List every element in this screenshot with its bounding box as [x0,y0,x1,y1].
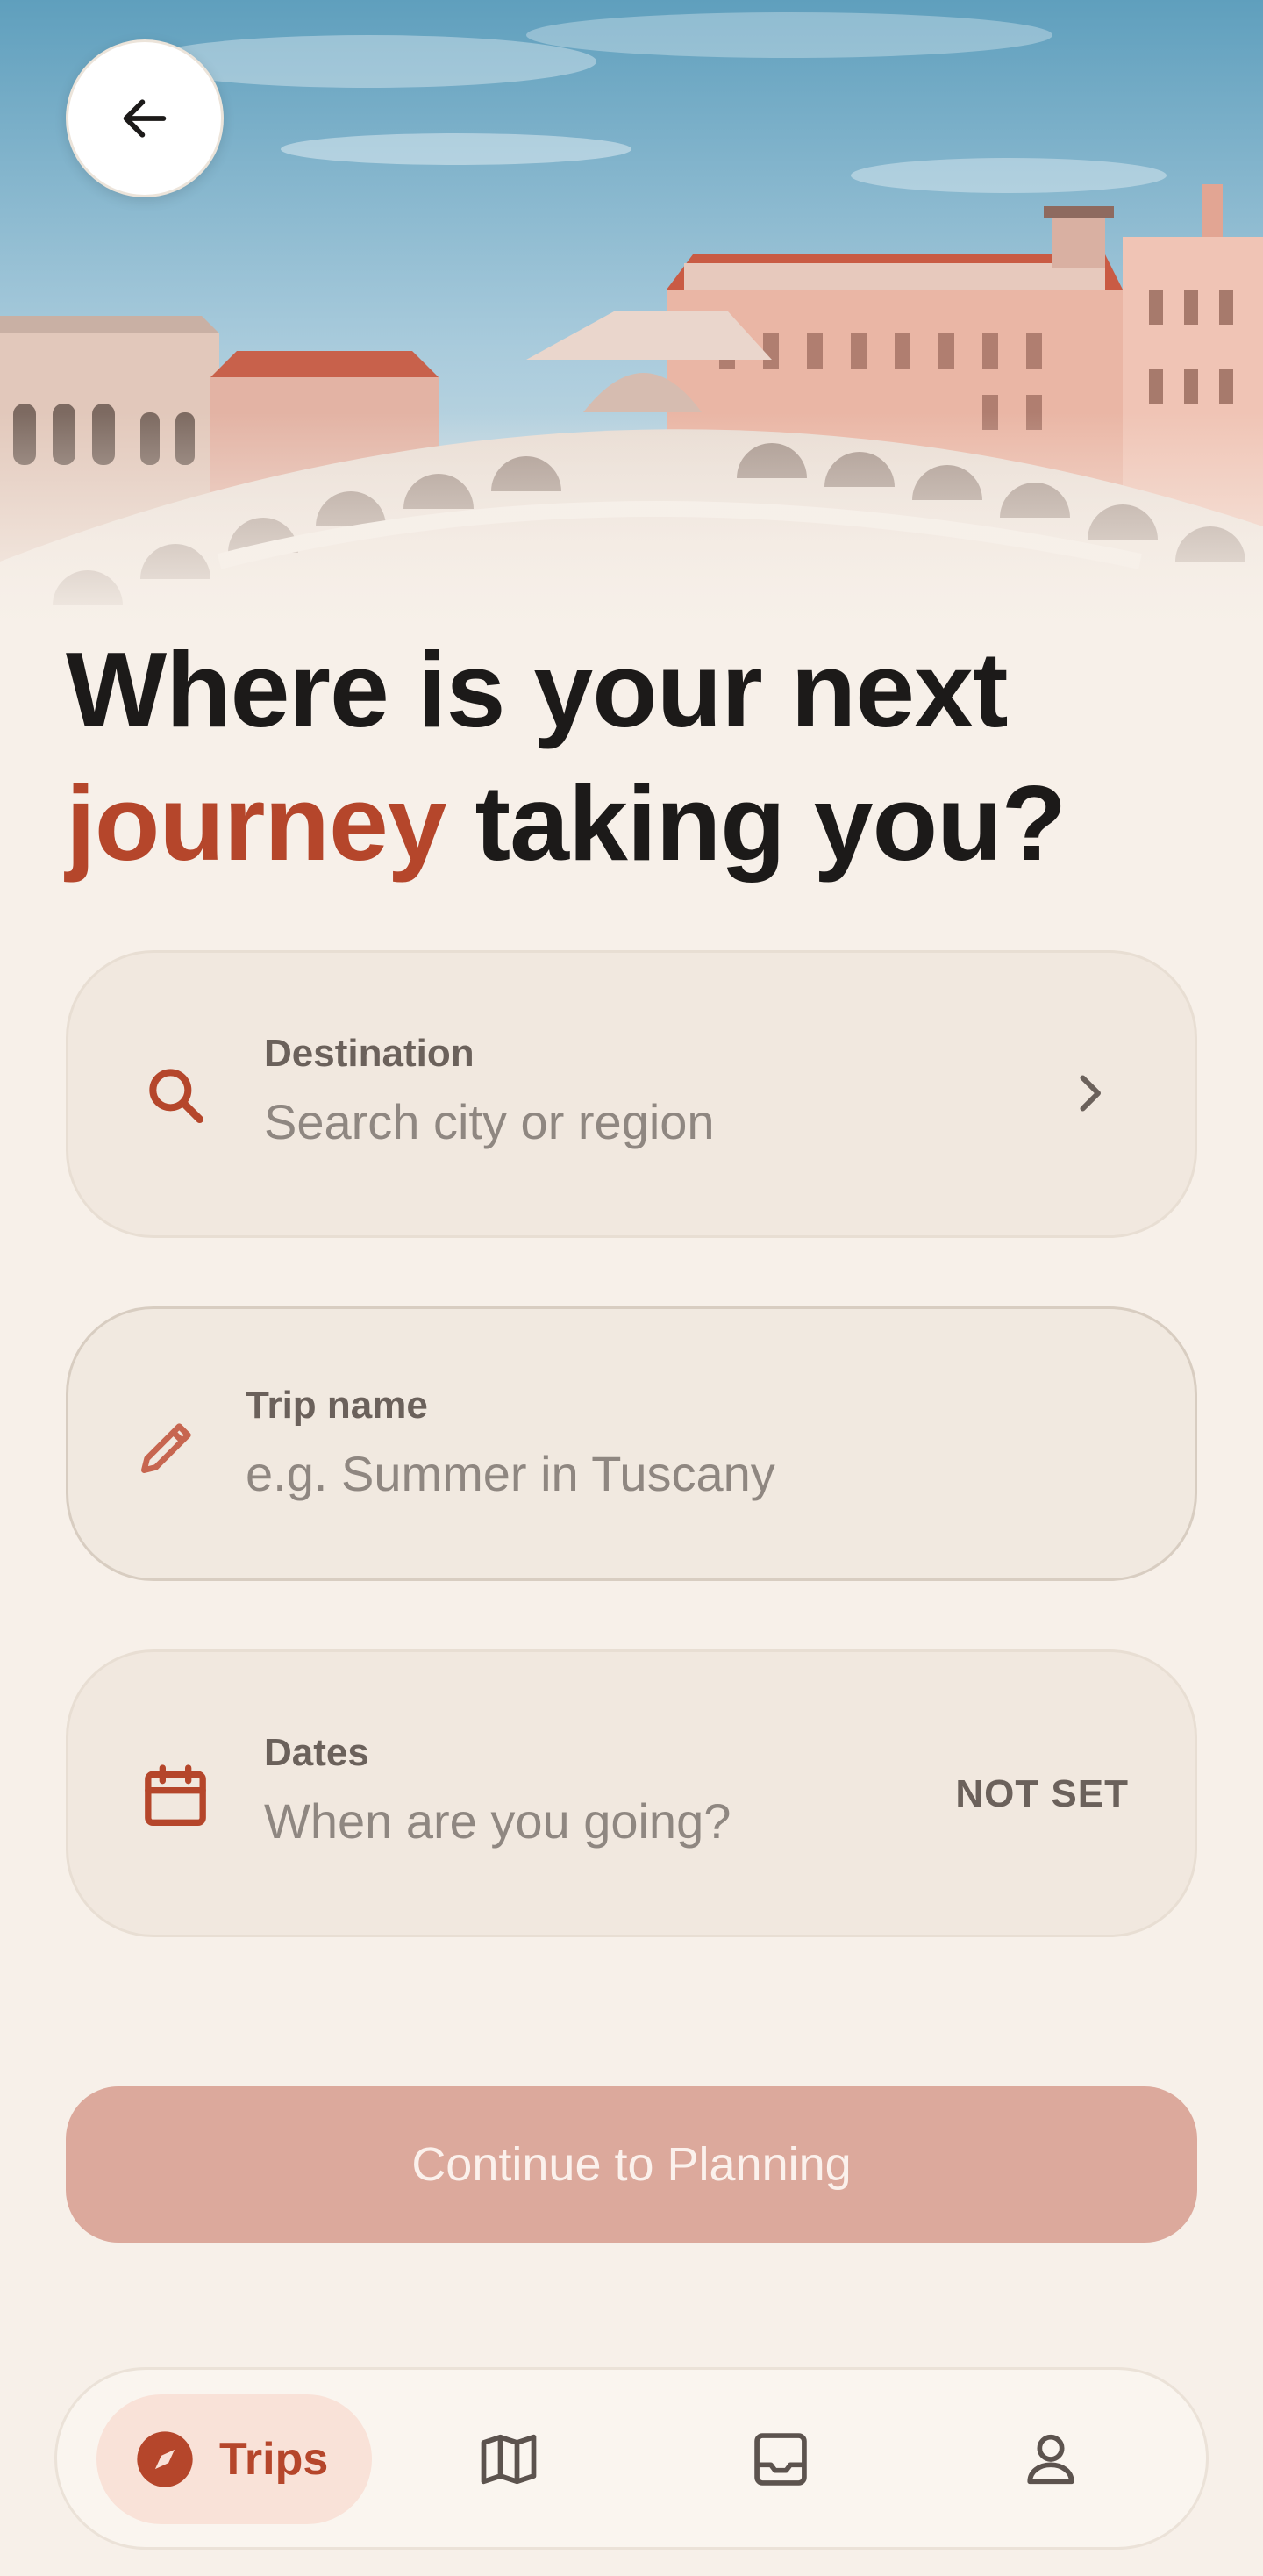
destination-input[interactable] [264,1093,1053,1150]
destination-field[interactable]: Destination [66,950,1197,1238]
title-line-1: Where is your next [66,630,1009,749]
hero-image [0,0,1263,632]
page-title: Where is your next journey taking you? [66,623,1206,890]
dates-status-badge: NOT SET [955,1772,1129,1815]
trip-name-label: Trip name [246,1384,428,1427]
nav-item-inbox[interactable] [715,2394,846,2524]
compass-icon [137,2431,193,2487]
calendar-icon [132,1753,219,1841]
nav-label-trips: Trips [219,2434,329,2485]
map-icon [481,2434,537,2485]
bottom-nav: Trips [54,2367,1209,2550]
dates-input[interactable] [264,1792,931,1850]
dates-label: Dates [264,1731,369,1774]
nav-item-map[interactable] [443,2394,574,2524]
inbox-icon [754,2433,807,2486]
search-icon [137,1056,216,1135]
destination-label: Destination [264,1032,475,1075]
arrow-left-icon [123,99,167,138]
pencil-icon [128,1407,207,1486]
chevron-right-icon [1063,1067,1116,1124]
title-accent-word: journey [66,763,447,883]
trip-name-input[interactable] [246,1445,1035,1502]
title-line-2: taking you? [446,763,1067,883]
back-button[interactable] [66,39,224,197]
dates-field[interactable]: Dates NOT SET [66,1649,1197,1937]
profile-icon [1027,2434,1074,2485]
nav-item-profile[interactable] [985,2394,1117,2524]
continue-to-planning-button[interactable]: Continue to Planning [66,2086,1197,2243]
trip-name-field[interactable]: Trip name [66,1306,1197,1581]
nav-item-trips[interactable]: Trips [96,2394,373,2524]
